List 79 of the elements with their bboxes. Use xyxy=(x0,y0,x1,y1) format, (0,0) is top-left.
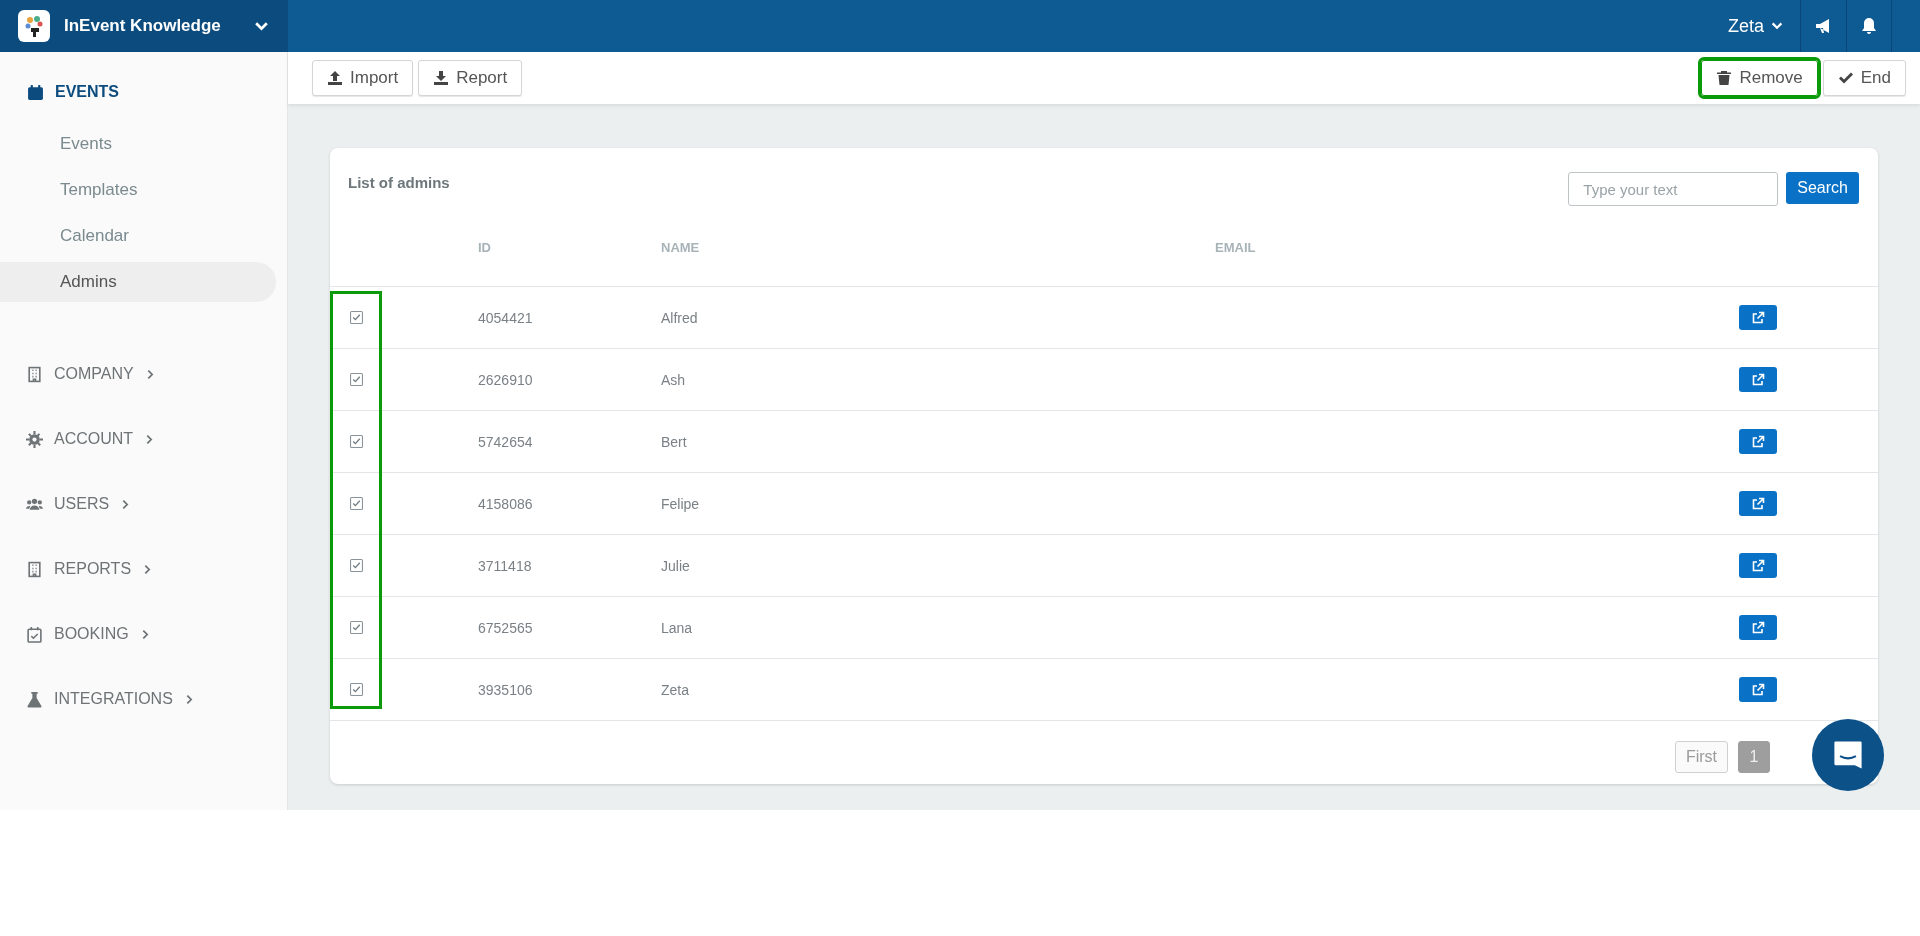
external-link-icon xyxy=(1751,682,1765,697)
external-link-icon xyxy=(1751,372,1765,387)
checkbox[interactable] xyxy=(350,497,363,510)
page-button[interactable]: First xyxy=(1674,741,1728,773)
trash-icon xyxy=(1716,70,1733,86)
table-cell: Alfred xyxy=(661,309,698,326)
download-icon xyxy=(433,70,450,86)
gear-icon xyxy=(26,430,43,448)
section-label: COMPANY xyxy=(54,365,134,383)
checkbox[interactable] xyxy=(350,683,363,696)
checkbox[interactable] xyxy=(350,621,363,634)
search-field[interactable]: Type your text xyxy=(1568,172,1779,206)
external-link-icon xyxy=(1751,434,1765,449)
section-label: ACCOUNT xyxy=(54,430,134,448)
building-icon xyxy=(26,560,43,578)
open-button[interactable] xyxy=(1739,367,1777,392)
checkbox[interactable] xyxy=(350,311,363,324)
open-button[interactable] xyxy=(1739,305,1777,330)
toolbar-button[interactable]: End xyxy=(1822,60,1906,96)
app-name: InEvent Knowledge xyxy=(64,16,222,36)
table-cell: Zeta xyxy=(661,681,689,698)
calendar-icon xyxy=(27,83,44,101)
checkbox[interactable] xyxy=(350,373,363,386)
sidebar-item[interactable]: Events xyxy=(0,124,276,164)
logo-icon xyxy=(18,10,50,42)
table-cell: 3711418 xyxy=(478,557,532,574)
checkbox[interactable] xyxy=(350,559,363,572)
table-cell: 4054421 xyxy=(478,309,533,326)
table-cell: Felipe xyxy=(661,495,700,512)
table-cell: Julie xyxy=(661,557,690,574)
open-button[interactable] xyxy=(1739,429,1777,454)
search-button[interactable]: Search xyxy=(1786,172,1859,204)
toolbar-button[interactable]: Remove xyxy=(1701,60,1818,96)
checkbox[interactable] xyxy=(350,435,363,448)
external-link-icon xyxy=(1751,310,1765,325)
sidebar-section[interactable]: USERS xyxy=(0,490,287,518)
section-label: EVENTS xyxy=(55,83,119,101)
calendar-check-icon xyxy=(26,625,43,643)
table-cell: 2626910 xyxy=(478,371,533,388)
section-label: REPORTS xyxy=(54,560,132,578)
external-link-icon xyxy=(1751,558,1765,573)
upload-icon xyxy=(327,70,343,86)
open-button[interactable] xyxy=(1739,553,1777,578)
column-header: EMAIL xyxy=(1215,240,1256,255)
sidebar-section[interactable]: COMPANY xyxy=(0,360,287,388)
card-title: List of admins xyxy=(348,174,450,191)
external-link-icon xyxy=(1751,620,1765,635)
chat-bubble-icon xyxy=(1831,738,1865,772)
table-cell: Lana xyxy=(661,619,693,636)
sidebar-item[interactable]: Templates xyxy=(0,170,276,210)
table-cell: 3935106 xyxy=(478,681,533,698)
sidebar-item[interactable]: Admins xyxy=(0,262,276,302)
sidebar-section[interactable]: EVENTS xyxy=(0,78,287,106)
section-label: BOOKING xyxy=(54,625,129,643)
sidebar-section[interactable]: INTEGRATIONS xyxy=(0,685,287,713)
building-icon xyxy=(26,365,43,383)
sidebar-section[interactable]: REPORTS xyxy=(0,555,287,583)
table-cell: 6752565 xyxy=(478,619,533,636)
sidebar-section[interactable]: ACCOUNT xyxy=(0,425,287,453)
table-cell: 5742654 xyxy=(478,433,533,450)
open-button[interactable] xyxy=(1739,615,1777,640)
sidebar-section[interactable]: BOOKING xyxy=(0,620,287,648)
open-button[interactable] xyxy=(1739,491,1777,516)
table-cell: Bert xyxy=(661,433,687,450)
checkmark-icon xyxy=(1837,70,1854,86)
toolbar-button[interactable]: Import xyxy=(312,60,414,96)
toolbar-button[interactable]: Report xyxy=(418,60,523,96)
column-header: NAME xyxy=(661,240,700,255)
external-link-icon xyxy=(1751,496,1765,511)
section-label: USERS xyxy=(54,495,110,513)
table-cell: Ash xyxy=(661,371,686,388)
table-cell: 4158086 xyxy=(478,495,533,512)
bell-icon[interactable] xyxy=(1859,16,1879,36)
flask-icon xyxy=(26,690,43,708)
column-header: ID xyxy=(478,240,491,255)
sidebar-item[interactable]: Calendar xyxy=(0,216,276,256)
user-menu[interactable]: Zeta xyxy=(1711,0,1800,52)
section-label: INTEGRATIONS xyxy=(54,690,173,708)
open-button[interactable] xyxy=(1739,677,1777,702)
